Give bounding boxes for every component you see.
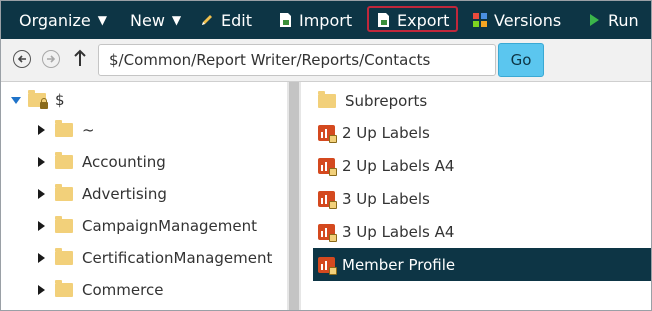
list-item-report[interactable]: 2 Up Labels A4 (313, 149, 651, 182)
new-label: New (130, 10, 165, 30)
tree-item[interactable]: ~ (38, 114, 95, 146)
edit-label: Edit (221, 10, 252, 30)
import-label: Import (299, 10, 353, 30)
organize-label: Organize (19, 10, 91, 30)
collapsed-caret-icon[interactable] (38, 125, 45, 135)
new-menu[interactable]: New ▼ (130, 1, 181, 39)
list-item-label: Member Profile (342, 255, 456, 274)
tree-item[interactable]: Advertising (38, 178, 167, 210)
folder-icon (55, 248, 73, 265)
run-label: Run (608, 10, 639, 30)
list-item-label: 2 Up Labels A4 (342, 156, 455, 175)
folder-icon (55, 280, 73, 297)
run-button[interactable]: Run (587, 1, 639, 39)
report-icon (318, 124, 337, 143)
import-button[interactable]: Import (278, 1, 352, 39)
export-button[interactable]: Export (376, 1, 449, 39)
edit-button[interactable]: Edit (200, 1, 252, 39)
list-item-label: 2 Up Labels (342, 123, 430, 142)
report-icon (318, 223, 337, 242)
report-icon (318, 256, 337, 275)
versions-icon (473, 12, 487, 28)
export-label: Export (397, 10, 450, 30)
report-icon (318, 157, 337, 176)
collapsed-caret-icon[interactable] (38, 253, 45, 263)
content-list: Subreports 2 Up Labels 2 Up Labels A4 3 … (301, 82, 651, 310)
tree-item[interactable]: CampaignManagement (38, 210, 257, 242)
pencil-icon (200, 12, 214, 28)
tree-item-label: Advertising (82, 185, 167, 203)
arrow-left-icon (17, 55, 26, 63)
path-input[interactable] (98, 44, 496, 76)
tree-root[interactable]: $ (11, 84, 65, 116)
list-item-label: 3 Up Labels (342, 189, 430, 208)
list-item-label: 3 Up Labels A4 (342, 222, 455, 241)
folder-icon (55, 216, 73, 233)
back-button[interactable] (13, 50, 31, 68)
versions-label: Versions (494, 10, 562, 30)
toolbar: Organize ▼ New ▼ Edit Import Export Vers… (1, 1, 651, 39)
tree-item-label: CertificationManagement (82, 249, 273, 267)
tree-item-label: Accounting (82, 153, 166, 171)
collapsed-caret-icon[interactable] (38, 285, 45, 295)
tree-item-label: ~ (82, 121, 95, 139)
locked-folder-icon (28, 90, 48, 109)
expanded-caret-icon[interactable] (11, 96, 21, 104)
go-label: Go (510, 51, 532, 69)
list-item-report[interactable]: 3 Up Labels A4 (313, 215, 651, 248)
play-icon (587, 12, 601, 28)
forward-button[interactable] (42, 50, 60, 68)
explorer-window: Organize ▼ New ▼ Edit Import Export Vers… (0, 0, 652, 311)
caret-down-icon: ▼ (171, 13, 182, 27)
arrow-right-icon (47, 55, 56, 63)
list-item-label: Subreports (345, 91, 428, 110)
tree-item[interactable]: CertificationManagement (38, 242, 272, 274)
tree-item[interactable]: Commerce (38, 274, 163, 306)
up-arrow-icon[interactable] (73, 48, 87, 68)
versions-button[interactable]: Versions (473, 1, 561, 39)
export-icon (376, 12, 390, 28)
go-button[interactable]: Go (498, 43, 544, 77)
list-item-report[interactable]: 3 Up Labels (313, 182, 651, 215)
list-item-report[interactable]: 2 Up Labels (313, 116, 651, 149)
collapsed-caret-icon[interactable] (38, 157, 45, 167)
list-item-subreports[interactable]: Subreports (313, 84, 651, 117)
tree-item-label: Commerce (82, 281, 164, 299)
folder-icon (318, 90, 336, 108)
collapsed-caret-icon[interactable] (38, 221, 45, 231)
report-icon (318, 190, 337, 209)
list-item-member-profile[interactable]: Member Profile (313, 248, 651, 281)
vertical-scrollbar[interactable] (287, 82, 301, 310)
folder-icon (55, 120, 73, 137)
folder-icon (55, 184, 73, 201)
organize-menu[interactable]: Organize ▼ (19, 1, 107, 39)
tree-item-label: CampaignManagement (82, 217, 257, 235)
address-bar: Go (1, 39, 651, 82)
tree-item[interactable]: Accounting (38, 146, 166, 178)
folder-icon (55, 152, 73, 169)
folder-tree: $ ~ Accounting Advertising CampaignManag… (1, 82, 287, 310)
tree-root-label: $ (55, 91, 65, 109)
caret-down-icon: ▼ (97, 13, 107, 27)
collapsed-caret-icon[interactable] (38, 189, 45, 199)
import-icon (278, 12, 292, 28)
scrollbar-thumb[interactable] (289, 82, 299, 310)
